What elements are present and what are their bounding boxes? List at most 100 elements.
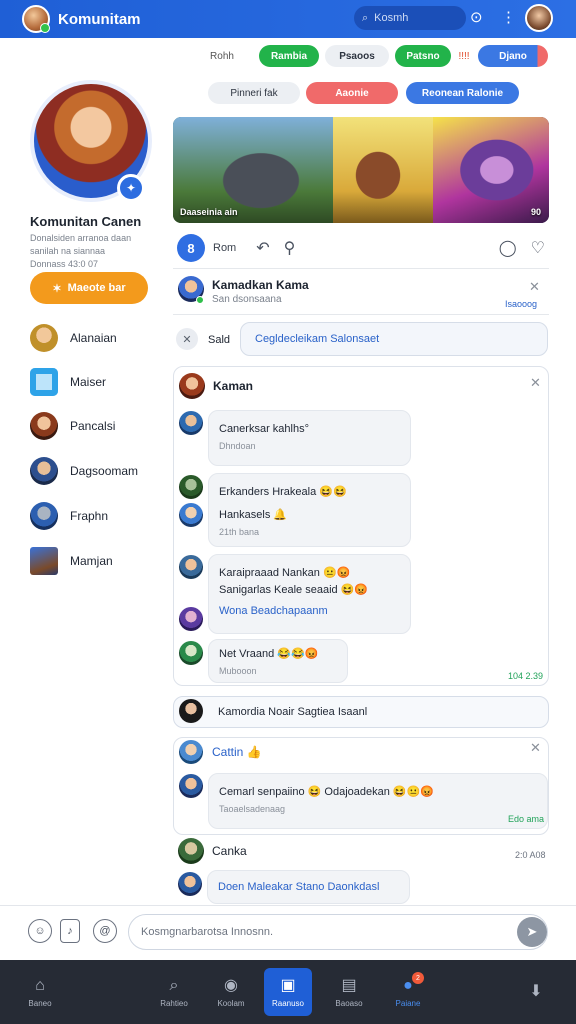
share-icon[interactable]: ⚲ bbox=[284, 238, 296, 258]
nav-label: Koolam bbox=[217, 998, 245, 1008]
message-bubble[interactable]: Karaipraaad Nankan 😐😡 Sanigarlas Keale s… bbox=[208, 554, 411, 634]
filter-pill[interactable]: !!!! bbox=[453, 45, 475, 67]
app-title: Komunitam bbox=[58, 10, 141, 28]
thread-title: Kaman bbox=[213, 379, 254, 393]
reaction-label[interactable]: Rom bbox=[213, 242, 236, 254]
emoji-icon[interactable]: ☺ bbox=[28, 919, 52, 943]
message-text: Canerksar kahlhs° bbox=[219, 423, 309, 435]
sidebar-item[interactable]: Fraphn bbox=[30, 501, 108, 531]
message-bubble[interactable]: Net Vraand 😂😂😡 Mubooon bbox=[208, 639, 348, 683]
nav-search[interactable]: ⌕ Rahtieo bbox=[150, 968, 198, 1016]
attach-icon[interactable]: ✕ bbox=[176, 328, 198, 350]
close-icon[interactable]: ✕ bbox=[530, 740, 541, 756]
message-avatar[interactable] bbox=[179, 641, 203, 665]
nav-home[interactable]: ⌂ Baneo bbox=[16, 968, 64, 1016]
nav-label: Baoaso bbox=[335, 998, 363, 1008]
message-avatar[interactable] bbox=[179, 774, 203, 798]
chat-square-icon bbox=[30, 368, 58, 396]
search-input[interactable]: ⌕ Kosmh bbox=[354, 6, 466, 30]
filter-pill[interactable]: Reonean Ralonie bbox=[406, 82, 519, 104]
message-bubble[interactable]: Erkanders Hrakeala 😆😆 Hankasels 🔔 21th b… bbox=[208, 473, 411, 547]
message-text: Net Vraand 😂😂😡 bbox=[219, 648, 319, 660]
home-icon: ⌂ bbox=[35, 976, 45, 994]
announcement-row[interactable]: Kamordia Noair Sagtiea Isaanl bbox=[173, 696, 549, 728]
notification-badge: 2 bbox=[412, 972, 424, 984]
divider bbox=[173, 314, 549, 315]
message-avatar[interactable] bbox=[179, 475, 203, 499]
close-icon[interactable]: ✕ bbox=[529, 279, 540, 295]
close-icon[interactable]: ✕ bbox=[530, 375, 541, 391]
thread-avatar[interactable] bbox=[179, 740, 203, 764]
scan-icon[interactable]: ⊙ bbox=[470, 8, 483, 26]
banner-art-middle bbox=[333, 117, 433, 223]
message-input-placeholder: Kosmgnarbarotsa Innosnn. bbox=[141, 926, 274, 938]
message-avatar[interactable] bbox=[179, 411, 203, 435]
more-options-icon[interactable]: ⋮ bbox=[501, 8, 516, 26]
message-bubble[interactable]: Doen Maleakar Stano Daonkdasl bbox=[207, 870, 410, 904]
game-banner[interactable]: Daaseinia ain 90 bbox=[173, 117, 549, 223]
download-icon: ⬇ bbox=[529, 983, 543, 1000]
thread-avatar[interactable] bbox=[179, 373, 205, 399]
filter-pill[interactable]: Pinneri fak bbox=[208, 82, 300, 104]
message-avatar[interactable] bbox=[179, 607, 203, 631]
nav-label: Paiane bbox=[395, 998, 421, 1008]
filter-pill[interactable]: Patsno bbox=[395, 45, 451, 67]
community-icon: ▣ bbox=[280, 976, 296, 994]
nav-download[interactable]: ⬇ bbox=[512, 968, 560, 1016]
message-avatar[interactable] bbox=[179, 555, 203, 579]
filter-pill[interactable]: Rohh bbox=[200, 45, 244, 67]
user-avatar[interactable] bbox=[525, 4, 553, 32]
notification-subtitle: San dsonsaana bbox=[212, 294, 282, 305]
star-icon: ✶ bbox=[52, 282, 62, 295]
message-avatar[interactable] bbox=[179, 503, 203, 527]
message-avatar[interactable] bbox=[178, 872, 202, 896]
thread-time: Edo ama bbox=[508, 814, 545, 824]
announcement-avatar[interactable] bbox=[179, 699, 203, 723]
message-text: Hankasels 🔔 bbox=[219, 509, 288, 521]
community-description: Donalsiden arranoa daan sanilah na siann… bbox=[30, 232, 150, 271]
comment-icon[interactable]: ◯ bbox=[499, 238, 517, 258]
thread-avatar[interactable] bbox=[178, 838, 204, 864]
filter-pill[interactable]: Djano bbox=[478, 45, 548, 67]
message-input[interactable]: Kosmgnarbarotsa Innosnn. bbox=[128, 914, 548, 950]
join-button[interactable]: ✶ Maeote bar bbox=[30, 272, 148, 304]
filter-pill[interactable]: Rambia bbox=[259, 45, 319, 67]
divider bbox=[173, 268, 549, 269]
thread-time: 104 2.39 bbox=[508, 671, 544, 681]
community-name: Komunitan Canen bbox=[30, 214, 142, 229]
join-button-label: Maeote bar bbox=[67, 282, 126, 294]
sidebar-item[interactable]: Pancalsi bbox=[30, 411, 115, 441]
reply-input[interactable]: Cegldecleikam Salonsaet bbox=[240, 322, 548, 356]
attach-file-icon[interactable]: ♪ bbox=[60, 919, 80, 943]
camera-icon: ◉ bbox=[224, 976, 238, 994]
nav-label: Raanuso bbox=[271, 998, 305, 1008]
nav-community[interactable]: ▣ Raanuso bbox=[264, 968, 312, 1016]
reply-icon[interactable]: ↶ bbox=[256, 238, 269, 258]
filter-pill[interactable]: Psaoos bbox=[325, 45, 389, 67]
sidebar-item[interactable]: Maiser bbox=[30, 367, 106, 397]
avatar-icon bbox=[30, 547, 58, 575]
sidebar-item-label: Alanaian bbox=[70, 331, 117, 345]
bottom-navigation: ⌂ Baneo ⌕ Rahtieo ◉ Koolam ▣ Raanuso ▤ B… bbox=[0, 960, 576, 1024]
reply-label: Sald bbox=[208, 334, 231, 346]
nav-gallery[interactable]: ▤ Baoaso bbox=[325, 968, 373, 1016]
message-text: Karaipraaad Nankan 😐😡 bbox=[219, 567, 351, 579]
message-bubble[interactable]: Cemarl senpaiino 😆 Odajoadekan 😆😐😡 Taoae… bbox=[208, 773, 548, 829]
nav-camera[interactable]: ◉ Koolam bbox=[207, 968, 255, 1016]
message-link[interactable]: Wona Beadchapaanm bbox=[219, 603, 400, 620]
message-bubble[interactable]: Canerksar kahlhs° Dhndoan bbox=[208, 410, 411, 466]
filter-pill[interactable]: Aaonie bbox=[306, 82, 398, 104]
thread-title: Cattin 👍 bbox=[212, 745, 262, 759]
sidebar-item[interactable]: Dagsoomam bbox=[30, 456, 138, 486]
post-action-row: 8 Rom ↶ ⚲ ◯ ♡ bbox=[173, 232, 549, 264]
sidebar-item[interactable]: Alanaian bbox=[30, 323, 117, 353]
like-icon[interactable]: ♡ bbox=[531, 238, 545, 258]
community-logo-avatar[interactable] bbox=[22, 5, 50, 33]
nav-profile[interactable]: ● Paiane 2 bbox=[384, 968, 432, 1016]
search-placeholder: Kosmh bbox=[374, 12, 409, 24]
reaction-count-badge[interactable]: 8 bbox=[177, 234, 205, 262]
community-meta: Donnass 43:0 07 bbox=[30, 259, 99, 269]
send-icon[interactable]: ➤ bbox=[517, 917, 547, 947]
mention-icon[interactable]: @ bbox=[93, 919, 117, 943]
sidebar-item[interactable]: Mamjan bbox=[30, 546, 113, 576]
